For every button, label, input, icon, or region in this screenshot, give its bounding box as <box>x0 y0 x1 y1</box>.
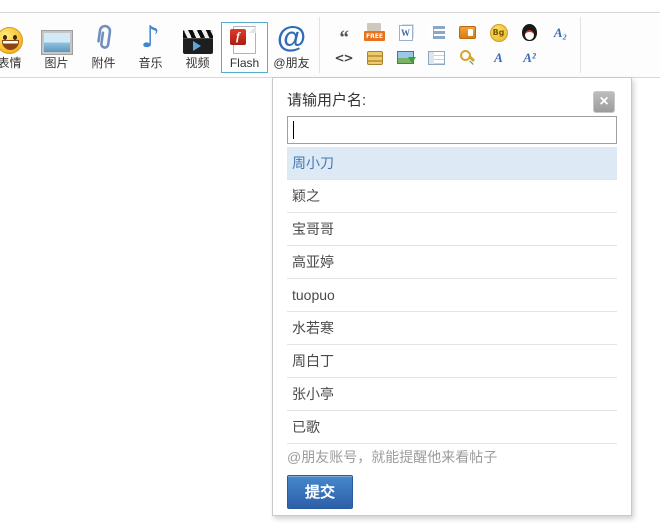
hide-content-icon-shape <box>459 26 476 39</box>
indent-icon[interactable] <box>421 21 452 44</box>
username-input-wrap <box>287 116 617 144</box>
superscript-icon[interactable]: A² <box>514 46 545 69</box>
text-caret <box>293 121 294 139</box>
qq-icon-shape <box>522 24 537 41</box>
user-row[interactable]: 周白丁 <box>287 345 617 378</box>
toolbar-item-label: 音乐 <box>138 57 162 70</box>
code-icon-shape: <> <box>334 51 352 65</box>
page: 表情 图片 附件 ♪ 音乐 视频 Flash @ @朋友 “ FREE W Bg A₂ <> A A² 请输… <box>0 0 660 528</box>
submit-button[interactable]: 提交 <box>287 475 353 509</box>
toolbar-separator <box>319 17 320 73</box>
toolbar-item-label: @朋友 <box>273 57 309 70</box>
user-list: 周小刀颖之宝哥哥高亚婷tuopuo水若寒周白丁张小亭已歌 <box>287 147 617 444</box>
user-row[interactable]: 高亚婷 <box>287 246 617 279</box>
word-doc-icon[interactable]: W <box>390 21 421 44</box>
user-row[interactable]: 宝哥哥 <box>287 213 617 246</box>
hide-content-icon[interactable] <box>452 21 483 44</box>
sell-content-icon[interactable] <box>452 46 483 69</box>
word-doc-icon-shape: W <box>399 25 413 41</box>
toolbar-item-attachment[interactable]: 附件 <box>80 18 127 73</box>
at-friend-popup: 请输用户名: × 周小刀颖之宝哥哥高亚婷tuopuo水若寒周白丁张小亭已歌 @朋… <box>272 77 632 516</box>
toolbar-item-emoticon[interactable]: 表情 <box>0 23 33 73</box>
toolbar-item-music[interactable]: ♪ 音乐 <box>127 18 174 73</box>
subscript-icon-shape: A₂ <box>554 25 567 41</box>
toolbar-item-flash[interactable]: Flash <box>221 22 268 73</box>
user-row[interactable]: 已歌 <box>287 411 617 444</box>
emoticon-icon <box>0 27 23 54</box>
blockquote-icon[interactable]: “ <box>328 21 359 44</box>
user-row[interactable]: 周小刀 <box>287 147 617 180</box>
password-content-icon[interactable] <box>359 46 390 69</box>
qq-icon[interactable] <box>514 21 545 44</box>
toolbar-item-label: 视频 <box>185 57 209 70</box>
toolbar-small-row-2: <> A A² <box>328 46 576 69</box>
toolbar-item-label: 图片 <box>44 57 68 70</box>
font-color-icon[interactable]: A <box>483 46 514 69</box>
table-icon[interactable] <box>421 46 452 69</box>
toolbar-main-group: 表情 图片 附件 ♪ 音乐 视频 Flash @ @朋友 <box>0 18 315 73</box>
user-row[interactable]: tuopuo <box>287 279 617 312</box>
flash-icon <box>233 26 256 54</box>
popup-title: 请输用户名: <box>287 90 617 114</box>
subscript-icon[interactable]: A₂ <box>545 21 576 44</box>
toolbar-item-label: 表情 <box>0 57 22 70</box>
toolbar-small-row-1: “ FREE W Bg A₂ <box>328 21 576 44</box>
at-friend-icon: @ <box>277 22 306 54</box>
toolbar-item-label: 附件 <box>91 57 115 70</box>
editor-toolbar: 表情 图片 附件 ♪ 音乐 视频 Flash @ @朋友 “ FREE W Bg A₂ <> A A² <box>0 12 660 78</box>
code-icon[interactable]: <> <box>328 46 359 69</box>
toolbar-item-video[interactable]: 视频 <box>174 26 221 73</box>
superscript-icon-shape: A² <box>523 50 536 66</box>
toolbar-item-label: Flash <box>230 57 259 70</box>
insert-image-icon-shape <box>397 51 414 64</box>
username-input[interactable] <box>287 116 617 144</box>
toolbar-item-at-friend[interactable]: @ @朋友 <box>268 18 315 73</box>
user-row[interactable]: 水若寒 <box>287 312 617 345</box>
popup-hint: @朋友账号，就能提醒他来看帖子 <box>287 444 617 470</box>
image-icon <box>42 31 72 54</box>
blockquote-icon-shape: “ <box>339 35 349 41</box>
user-row[interactable]: 张小亭 <box>287 378 617 411</box>
insert-image-icon[interactable] <box>390 46 421 69</box>
close-button[interactable]: × <box>593 91 615 113</box>
user-row[interactable]: 颖之 <box>287 180 617 213</box>
close-icon: × <box>599 93 608 110</box>
font-color-icon-shape: A <box>494 50 503 66</box>
sell-content-icon-shape <box>459 49 476 66</box>
background-color-icon[interactable]: Bg <box>483 21 514 44</box>
free-resource-icon-shape: FREE <box>364 31 385 41</box>
indent-icon-shape <box>429 26 445 39</box>
password-content-icon-shape <box>367 51 383 65</box>
toolbar-item-image[interactable]: 图片 <box>33 27 80 73</box>
toolbar-small-group: “ FREE W Bg A₂ <> A A² <box>328 21 576 69</box>
music-icon: ♪ <box>141 22 160 54</box>
video-icon <box>183 30 213 54</box>
toolbar-separator <box>580 17 581 73</box>
free-resource-icon[interactable]: FREE <box>359 21 390 44</box>
attachment-icon <box>92 22 116 54</box>
background-color-icon-shape: Bg <box>490 24 508 42</box>
table-icon-shape <box>428 51 445 65</box>
